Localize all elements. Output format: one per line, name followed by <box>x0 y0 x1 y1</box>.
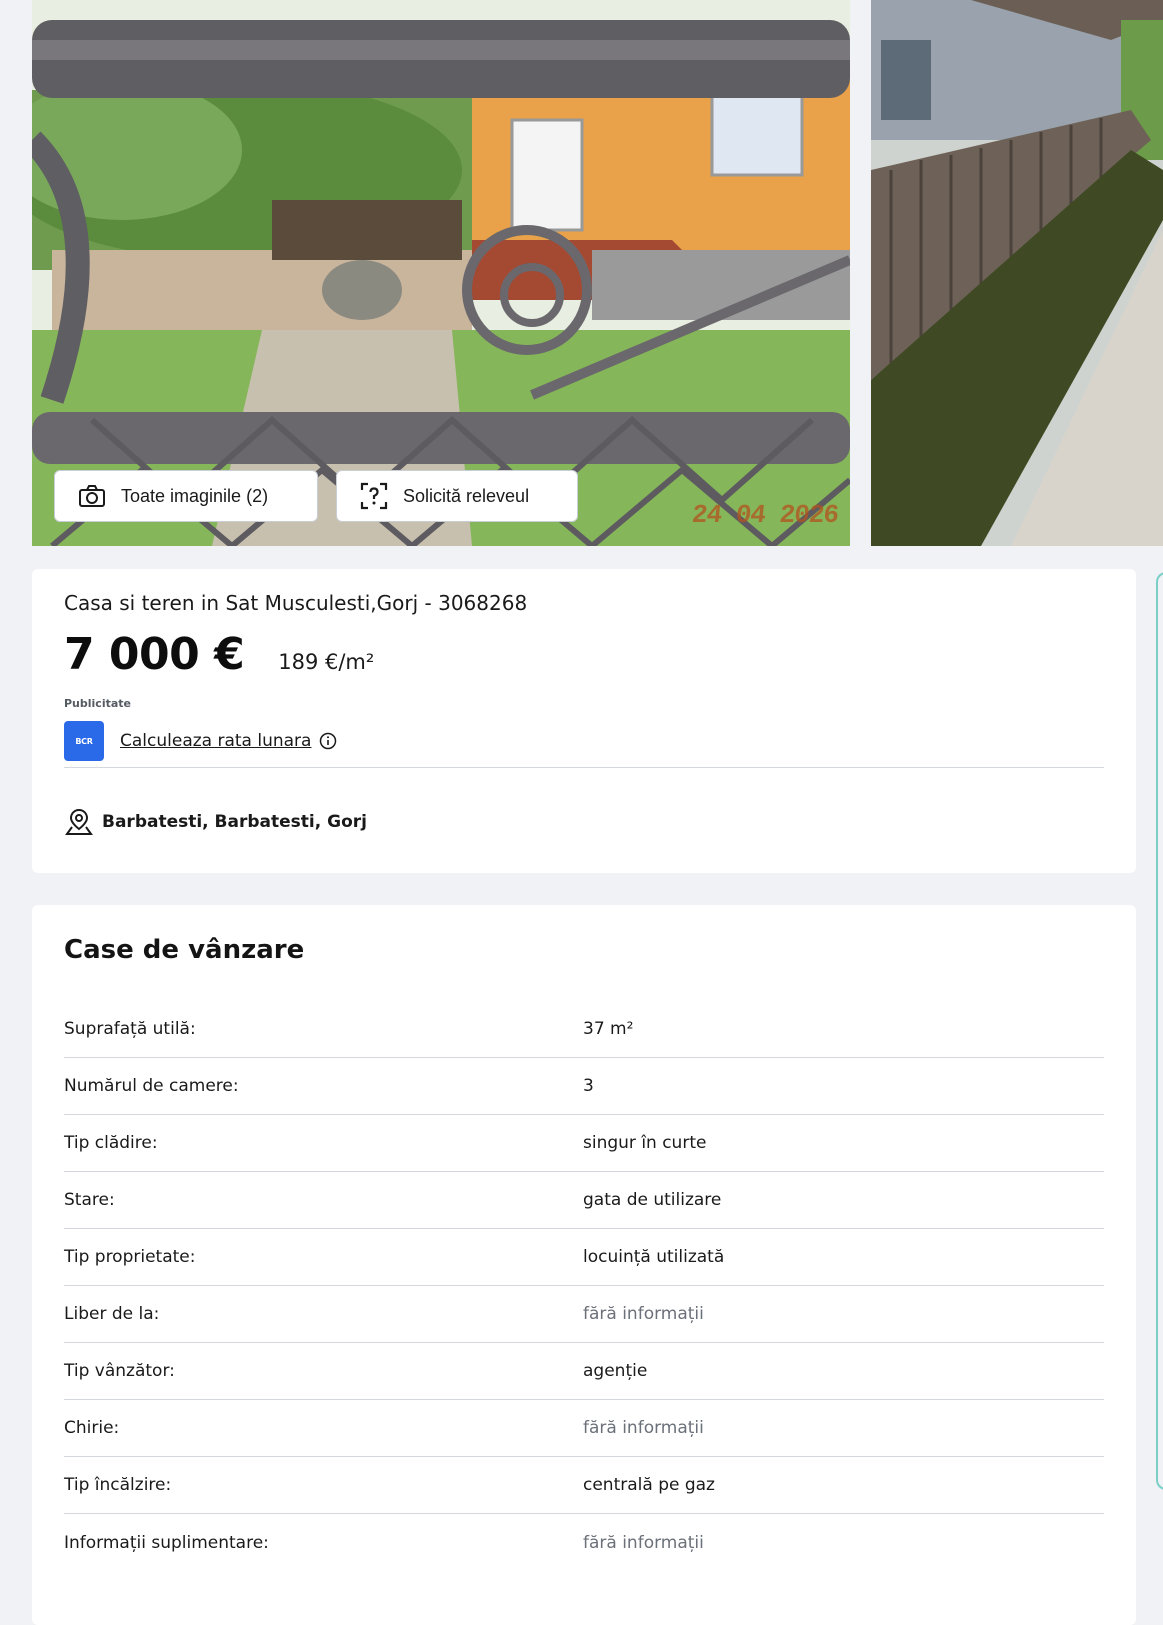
price-per-sqm: 189 €/m² <box>278 650 375 674</box>
detail-label: Tip clădire: <box>64 1133 158 1153</box>
detail-label: Informații suplimentare: <box>64 1532 269 1553</box>
detail-label: Tip încălzire: <box>64 1475 172 1495</box>
listing-title: Casa si teren in Sat Musculesti,Gorj - 3… <box>64 591 528 615</box>
details-table: Suprafață utilă: 37 m² Numărul de camere:… <box>64 1001 1104 1571</box>
detail-row: Numărul de camere: 3 <box>64 1058 1104 1115</box>
detail-row: Tip vânzător: agenție <box>64 1343 1104 1400</box>
detail-label: Tip vânzător: <box>64 1361 175 1381</box>
property-details-card: Case de vânzare Suprafață utilă: 37 m² Nu… <box>32 905 1136 1625</box>
detail-row: Informații suplimentare: fără informații <box>64 1514 1104 1571</box>
all-images-label: Toate imaginile (2) <box>121 485 269 506</box>
detail-value: fără informații <box>583 1304 704 1324</box>
listing-summary-card: Casa si teren in Sat Musculesti,Gorj - 3… <box>32 569 1136 873</box>
detail-label: Stare: <box>64 1190 115 1210</box>
loan-calculator-promo: BCR Calculeaza rata lunara <box>64 721 337 761</box>
detail-value: fără informații <box>583 1418 704 1438</box>
detail-label: Numărul de camere: <box>64 1076 239 1096</box>
request-survey-button[interactable]: Solicită releveul <box>336 470 578 522</box>
detail-value: singur în curte <box>583 1133 707 1153</box>
detail-label: Liber de la: <box>64 1304 160 1324</box>
detail-value: agenție <box>583 1361 648 1381</box>
detail-row: Tip clădire: singur în curte <box>64 1115 1104 1172</box>
request-survey-label: Solicită releveul <box>403 485 530 506</box>
detail-row: Tip încălzire: centrală pe gaz <box>64 1457 1104 1514</box>
photo-gallery: 24 04 2026 Toate imaginile (2) Solicită … <box>32 0 1163 546</box>
map-pin-icon <box>65 808 93 835</box>
price-row: 7 000 € 189 €/m² <box>64 629 374 680</box>
advertising-label: Publicitate <box>64 697 131 710</box>
camera-icon <box>79 485 105 507</box>
detail-label: Chirie: <box>64 1418 120 1438</box>
detail-row: Suprafață utilă: 37 m² <box>64 1001 1104 1058</box>
bank-logo-text: BCR <box>75 736 93 746</box>
fence-photo-image <box>871 0 1163 546</box>
all-images-button[interactable]: Toate imaginile (2) <box>54 470 318 522</box>
info-icon[interactable] <box>319 732 337 750</box>
detail-value: centrală pe gaz <box>583 1475 715 1495</box>
summary-divider <box>64 767 1104 768</box>
photo-date-stamp: 24 04 2026 <box>690 500 840 530</box>
bank-logo[interactable]: BCR <box>64 721 104 761</box>
detail-row: Tip proprietate: locuință utilizată <box>64 1229 1104 1286</box>
detail-label: Tip proprietate: <box>64 1247 196 1267</box>
calculate-rate-link[interactable]: Calculeaza rata lunara <box>120 731 311 751</box>
secondary-photo[interactable] <box>871 0 1163 546</box>
detail-value: 3 <box>583 1076 594 1096</box>
detail-value: gata de utilizare <box>583 1190 722 1210</box>
detail-row: Stare: gata de utilizare <box>64 1172 1104 1229</box>
detail-value: locuință utilizată <box>583 1247 725 1267</box>
location-row: Barbatesti, Barbatesti, Gorj <box>64 807 367 837</box>
detail-row: Chirie: fără informații <box>64 1400 1104 1457</box>
details-section-title: Case de vânzare <box>64 935 305 965</box>
detail-label: Suprafață utilă: <box>64 1019 196 1039</box>
location-text[interactable]: Barbatesti, Barbatesti, Gorj <box>102 812 367 832</box>
detail-row: Liber de la: fără informații <box>64 1286 1104 1343</box>
detail-value: fără informații <box>583 1532 704 1553</box>
detail-value: 37 m² <box>583 1019 634 1039</box>
main-photo[interactable]: 24 04 2026 <box>32 0 850 546</box>
floorplan-question-icon <box>360 482 388 510</box>
side-panel-edge <box>1156 572 1163 1490</box>
price: 7 000 € <box>64 629 245 680</box>
house-photo-image <box>32 0 850 546</box>
